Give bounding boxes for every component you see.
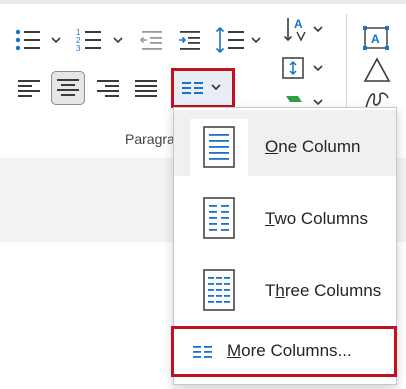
one-column-icon — [190, 119, 248, 177]
chevron-down-icon — [251, 37, 261, 44]
columns-dropdown-menu: One Column Two Columns Three Columns Mor… — [171, 107, 397, 385]
triangle-icon — [363, 57, 391, 82]
more-columns-label: More Columns... — [227, 341, 352, 360]
menu-item-label: Three Columns — [265, 281, 382, 300]
align-left-icon — [18, 80, 40, 97]
align-objects-icon — [282, 57, 323, 79]
chevron-down-icon — [313, 99, 323, 106]
align-left-button[interactable] — [14, 74, 44, 104]
shading-icon — [286, 96, 323, 106]
numbering-button[interactable]: 1 2 3 — [76, 26, 128, 54]
menu-item-more-columns[interactable]: More Columns... — [171, 326, 397, 377]
columns-icon — [182, 82, 221, 94]
increase-indent-button[interactable] — [176, 26, 204, 54]
paragraph-group-label: Paragra — [125, 131, 175, 147]
menu-item-three-columns[interactable]: Three Columns — [174, 256, 396, 322]
align-right-button[interactable] — [93, 74, 123, 104]
menu-item-label: Two Columns — [265, 209, 368, 228]
svg-text:3: 3 — [76, 44, 81, 53]
text-box-shape[interactable]: A — [362, 24, 392, 52]
numbering-icon: 1 2 3 — [76, 28, 123, 53]
two-columns-icon — [190, 193, 248, 251]
decrease-indent-button[interactable] — [138, 26, 166, 54]
justify-icon — [135, 80, 157, 97]
ribbon-top-border — [0, 0, 406, 4]
bullets-icon — [15, 29, 61, 51]
menu-item-two-columns[interactable]: Two Columns — [174, 184, 396, 250]
shading-button[interactable] — [280, 92, 326, 108]
more-columns-icon — [193, 346, 212, 358]
line-spacing-button[interactable] — [214, 24, 264, 56]
svg-text:A: A — [294, 17, 303, 31]
three-columns-icon — [190, 265, 248, 323]
menu-item-label: One Column — [265, 137, 361, 156]
align-right-icon — [97, 80, 119, 97]
menu-item-one-column[interactable]: One Column — [174, 110, 396, 177]
line-spacing-icon — [215, 26, 261, 54]
bullets-button[interactable] — [14, 26, 66, 54]
chevron-down-icon — [211, 84, 221, 91]
chevron-down-icon — [313, 65, 323, 72]
columns-button[interactable] — [171, 68, 235, 108]
sort-icon: A — [283, 17, 323, 42]
triangle-shape[interactable] — [362, 56, 392, 84]
justify-button[interactable] — [131, 74, 161, 104]
decrease-indent-icon — [139, 31, 162, 50]
chevron-down-icon — [113, 37, 123, 44]
chevron-down-icon — [51, 37, 61, 44]
align-center-icon — [57, 79, 79, 96]
sort-button[interactable]: A — [280, 14, 326, 46]
increase-indent-icon — [179, 31, 200, 50]
chevron-down-icon — [313, 26, 323, 33]
text-box-icon: A — [363, 26, 389, 50]
align-center-button[interactable] — [51, 71, 85, 105]
svg-text:A: A — [371, 32, 380, 46]
align-objects-button[interactable] — [280, 54, 326, 82]
